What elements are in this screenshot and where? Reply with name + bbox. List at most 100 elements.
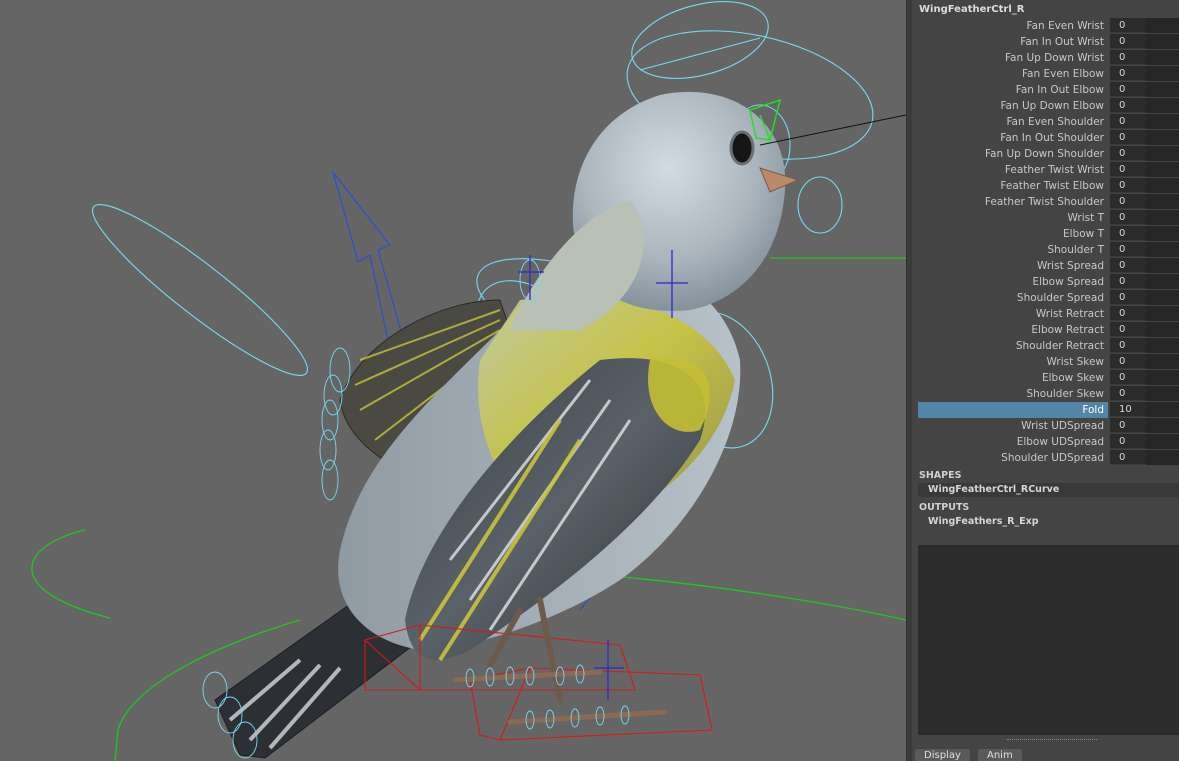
eye [729, 130, 755, 166]
attribute-row[interactable]: Shoulder Spread 0 [912, 290, 1179, 306]
attribute-row[interactable]: Elbow UDSpread 0 [912, 434, 1179, 450]
attribute-label[interactable]: Wrist UDSpread [918, 418, 1108, 434]
attribute-row[interactable]: Feather Twist Shoulder 0 [912, 194, 1179, 210]
attribute-row[interactable]: Wrist T0 [912, 210, 1179, 226]
attribute-value-field[interactable]: 0 [1110, 130, 1179, 145]
attribute-value-field[interactable]: 0 [1110, 274, 1179, 289]
attribute-row[interactable]: Feather Twist Wrist 0 [912, 162, 1179, 178]
attribute-label[interactable]: Fan Up Down Elbow [918, 98, 1108, 114]
attribute-value-field[interactable]: 0 [1110, 322, 1179, 337]
attribute-value-field[interactable]: 0 [1110, 434, 1179, 449]
attribute-value-field[interactable]: 0 [1110, 210, 1179, 225]
viewport-scene [31, 1, 906, 761]
attribute-value-field[interactable]: 0 [1110, 338, 1179, 353]
attribute-value-field[interactable]: 0 [1110, 386, 1179, 401]
attribute-label[interactable]: Wrist Skew [918, 354, 1108, 370]
attribute-label[interactable]: Shoulder Skew [918, 386, 1108, 402]
output-node[interactable]: WingFeathers_R_Exp [918, 515, 1179, 529]
attribute-label[interactable]: Feather Twist Shoulder [918, 194, 1108, 210]
attribute-row[interactable]: Fan In Out Elbow 0 [912, 82, 1179, 98]
attribute-row[interactable]: Wrist Spread 0 [912, 258, 1179, 274]
attribute-row[interactable]: Fan In Out Wrist 0 [912, 34, 1179, 50]
attribute-row[interactable]: Feather Twist Elbow 0 [912, 178, 1179, 194]
tab-display[interactable]: Display [915, 749, 970, 761]
attribute-label[interactable]: Feather Twist Elbow [918, 178, 1108, 194]
attribute-label[interactable]: Elbow T [918, 226, 1108, 242]
attribute-label[interactable]: Fan Even Elbow [918, 66, 1108, 82]
attribute-row[interactable]: Fan Up Down Shoulder 0 [912, 146, 1179, 162]
attribute-row[interactable]: Wrist Skew 0 [912, 354, 1179, 370]
attribute-row[interactable]: Fan In Out Shoulder 0 [912, 130, 1179, 146]
attribute-value-field[interactable]: 0 [1110, 258, 1179, 273]
attribute-value-field[interactable]: 0 [1110, 18, 1179, 33]
attribute-row[interactable]: Shoulder Skew 0 [912, 386, 1179, 402]
attribute-row[interactable]: Wrist Retract 0 [912, 306, 1179, 322]
shape-node[interactable]: WingFeatherCtrl_RCurve [918, 483, 1179, 497]
attribute-label[interactable]: Fan In Out Shoulder [918, 130, 1108, 146]
attribute-row[interactable]: Fold 10 [912, 402, 1179, 418]
attribute-value-field[interactable]: 0 [1110, 178, 1179, 193]
attribute-label[interactable]: Shoulder Spread [918, 290, 1108, 306]
attribute-label[interactable]: Elbow UDSpread [918, 434, 1108, 450]
attribute-label[interactable]: Fan Up Down Wrist [918, 50, 1108, 66]
outputs-header: OUTPUTS [919, 502, 970, 513]
attribute-label[interactable]: Fan Even Shoulder [918, 114, 1108, 130]
aim-line [759, 114, 906, 146]
attribute-label[interactable]: Fan In Out Elbow [918, 82, 1108, 98]
attribute-row[interactable]: Elbow Retract 0 [912, 322, 1179, 338]
attribute-row[interactable]: Wrist UDSpread 0 [912, 418, 1179, 434]
attribute-value-field[interactable]: 0 [1110, 162, 1179, 177]
tab-anim[interactable]: Anim [978, 749, 1022, 761]
attribute-value-field[interactable]: 0 [1110, 50, 1179, 65]
attribute-row[interactable]: Fan Even Wrist 0 [912, 18, 1179, 34]
attribute-value-field[interactable]: 0 [1110, 306, 1179, 321]
attribute-label[interactable]: Feather Twist Wrist [918, 162, 1108, 178]
attribute-value-field[interactable]: 0 [1110, 194, 1179, 209]
attribute-row[interactable]: Shoulder Retract 0 [912, 338, 1179, 354]
attribute-value-field[interactable]: 0 [1110, 354, 1179, 369]
attribute-label[interactable]: Fan In Out Wrist [918, 34, 1108, 50]
attribute-row[interactable]: Shoulder UDSpread 0 [912, 450, 1179, 466]
attribute-value-field[interactable]: 0 [1110, 114, 1179, 129]
attribute-value-field[interactable]: 0 [1110, 66, 1179, 81]
attribute-value-field[interactable]: 0 [1110, 418, 1179, 433]
attribute-label[interactable]: Wrist Spread [918, 258, 1108, 274]
attribute-row[interactable]: Fan Up Down Wrist 0 [912, 50, 1179, 66]
node-name: WingFeatherCtrl_R [919, 4, 1025, 15]
attribute-row[interactable]: Elbow Skew 0 [912, 370, 1179, 386]
attribute-row[interactable]: Fan Up Down Elbow 0 [912, 98, 1179, 114]
attribute-value-field[interactable]: 0 [1110, 450, 1179, 465]
attribute-value-field[interactable]: 0 [1110, 242, 1179, 257]
channel-box: WingFeatherCtrl_R Fan Even Wrist 0 Fan In … [912, 0, 1179, 761]
channel-box-empty-area [918, 545, 1179, 735]
attribute-label[interactable]: Fold [918, 402, 1108, 418]
attribute-label[interactable]: Elbow Spread [918, 274, 1108, 290]
attribute-value-field[interactable]: 0 [1110, 370, 1179, 385]
attribute-label[interactable]: Fan Up Down Shoulder [918, 146, 1108, 162]
attribute-label[interactable]: Wrist Retract [918, 306, 1108, 322]
attribute-row[interactable]: Fan Even Shoulder 0 [912, 114, 1179, 130]
attribute-label[interactable]: Elbow Skew [918, 370, 1108, 386]
attribute-value-field[interactable]: 0 [1110, 290, 1179, 305]
attribute-row[interactable]: Elbow T0 [912, 226, 1179, 242]
attribute-label[interactable]: Fan Even Wrist [918, 18, 1108, 34]
attribute-row[interactable]: Fan Even Elbow 0 [912, 66, 1179, 82]
attribute-value-field[interactable]: 0 [1110, 34, 1179, 49]
3d-viewport[interactable] [0, 0, 906, 761]
attribute-row[interactable]: Elbow Spread 0 [912, 274, 1179, 290]
attribute-label[interactable]: Elbow Retract [918, 322, 1108, 338]
attribute-label[interactable]: Shoulder Retract [918, 338, 1108, 354]
attribute-row[interactable]: Shoulder T0 [912, 242, 1179, 258]
attribute-value-field[interactable]: 0 [1110, 82, 1179, 97]
ground-curve-left [31, 529, 111, 619]
resize-handle[interactable] [1007, 739, 1097, 741]
ground-curve-right [599, 574, 906, 621]
attribute-label[interactable]: Shoulder T [918, 242, 1108, 258]
attribute-value-field[interactable]: 10 [1110, 402, 1179, 417]
attribute-value-field[interactable]: 0 [1110, 98, 1179, 113]
attribute-label[interactable]: Wrist T [918, 210, 1108, 226]
attribute-value-field[interactable]: 0 [1110, 146, 1179, 161]
attribute-label[interactable]: Shoulder UDSpread [918, 450, 1108, 466]
shapes-header: SHAPES [919, 470, 962, 481]
attribute-value-field[interactable]: 0 [1110, 226, 1179, 241]
